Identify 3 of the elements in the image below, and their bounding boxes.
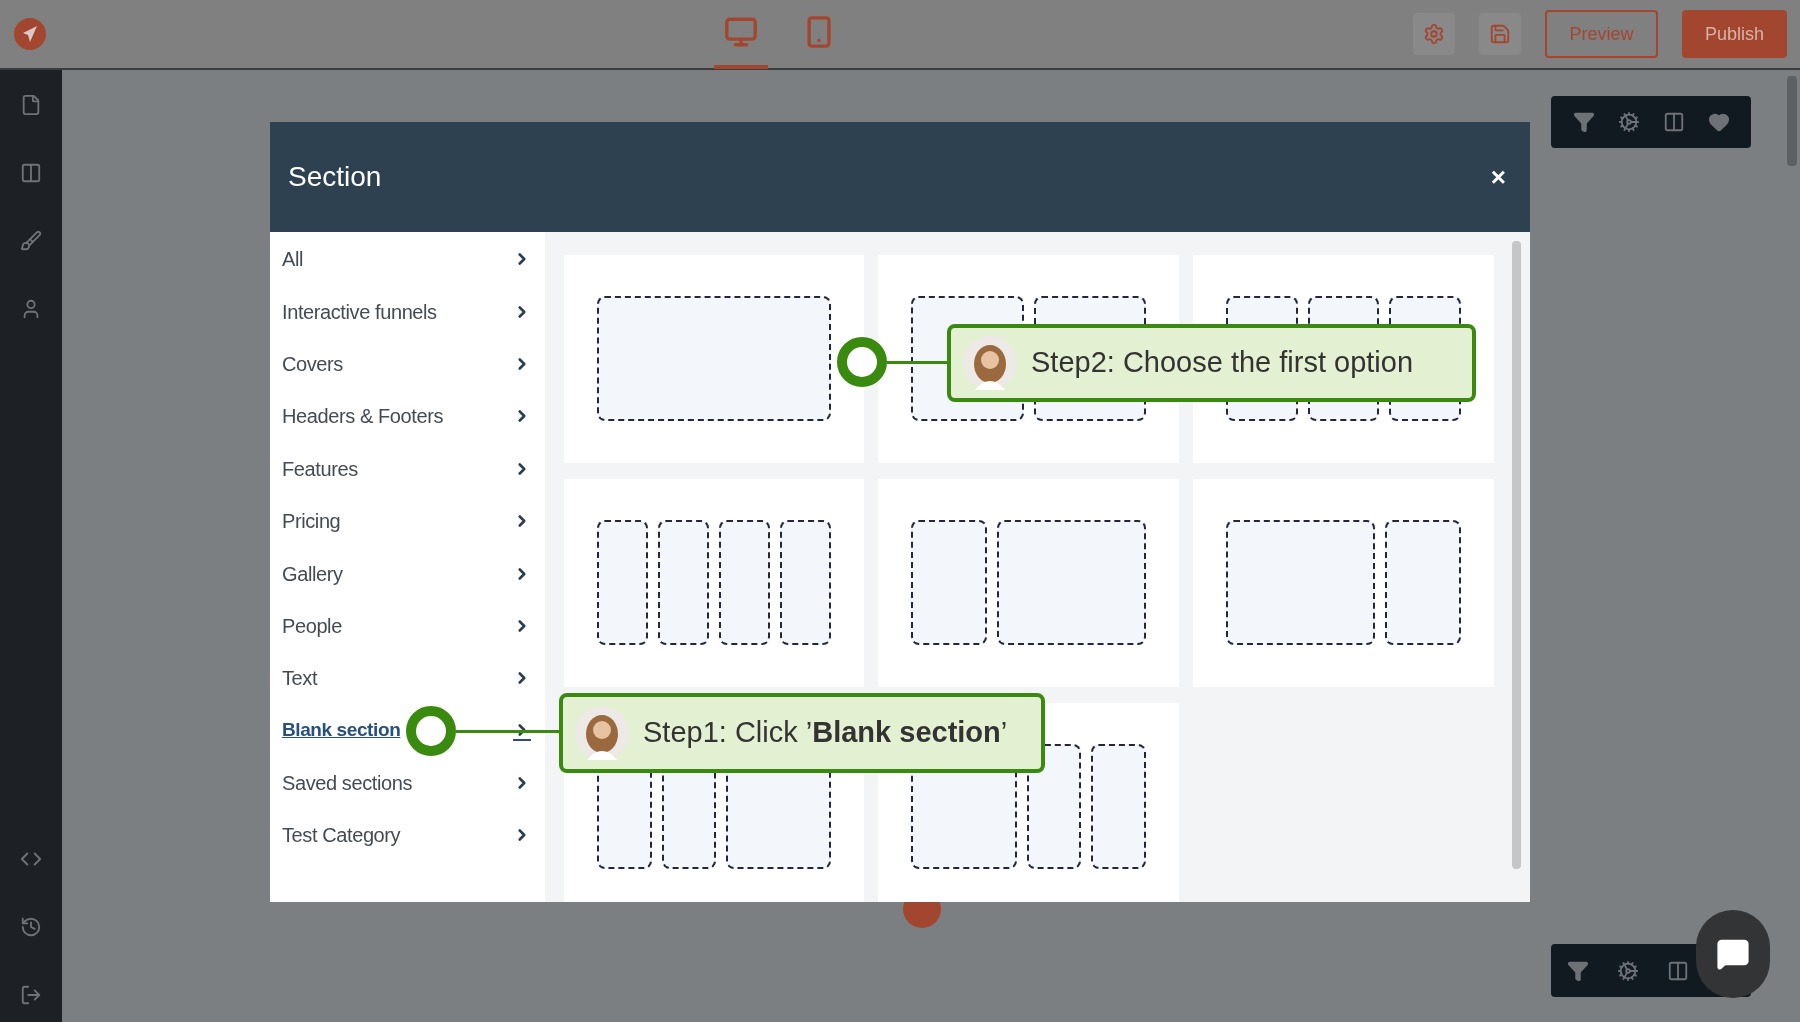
step-text: Step2: Choose the first option <box>1031 345 1414 381</box>
dialog-title: Section <box>288 160 382 194</box>
step-text: Step1: Click ’Blank section’ <box>643 715 1008 751</box>
